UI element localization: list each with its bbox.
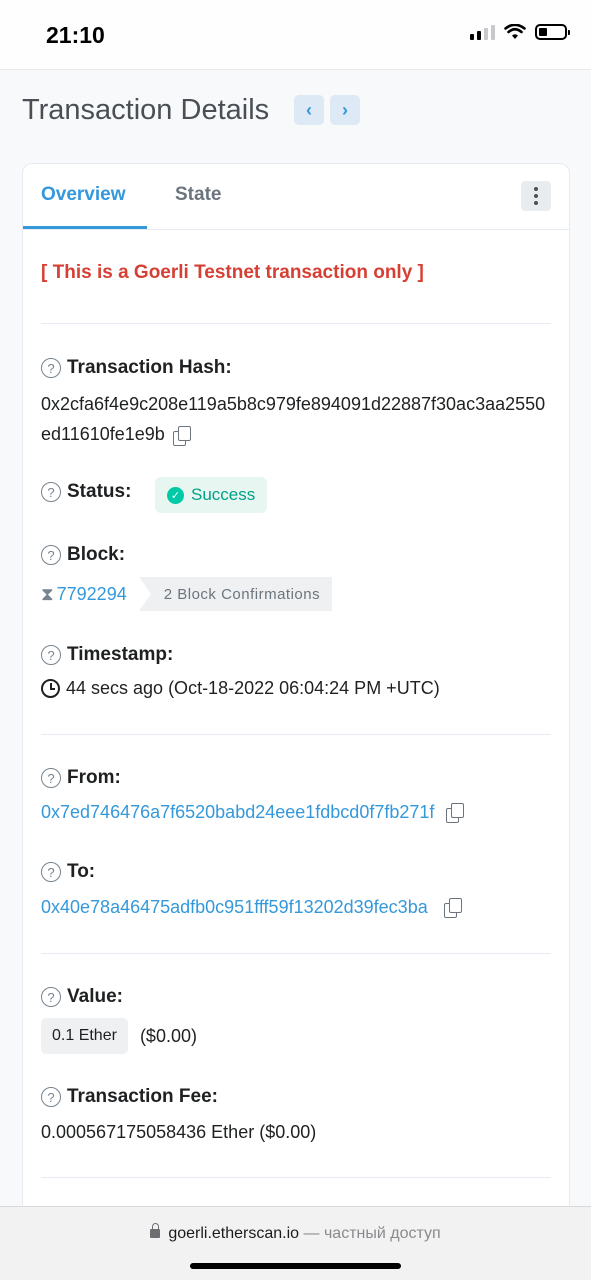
- tx-hash-value: 0x2cfa6f4e9c208e119a5b8c979fe894091d2288…: [41, 389, 551, 449]
- copy-icon[interactable]: [172, 425, 191, 446]
- page-title: Transaction Details: [22, 94, 270, 126]
- hourglass-icon: ⧗: [41, 583, 54, 604]
- timestamp-row: 44 secs ago (Oct-18-2022 06:04:24 PM +UT…: [41, 678, 440, 699]
- block-row: ⧗ 7792294 2 Block Confirmations: [41, 577, 333, 611]
- battery-icon: [535, 24, 570, 40]
- wifi-icon: [504, 24, 526, 39]
- to-address-link[interactable]: 0x40e78a46475adfb0c951fff59f13202d39fec3…: [41, 897, 428, 918]
- divider: [41, 953, 551, 954]
- more-options-button[interactable]: [521, 181, 551, 211]
- copy-icon[interactable]: [443, 898, 462, 918]
- tab-state[interactable]: State: [175, 184, 221, 206]
- divider: [41, 323, 551, 324]
- next-tx-button[interactable]: ›: [330, 95, 360, 125]
- signal-icon: [470, 24, 495, 40]
- status-label: ? Status:: [41, 481, 131, 503]
- from-row: 0x7ed746476a7f6520babd24eee1fdbcd0f7fb27…: [41, 802, 465, 823]
- lock-icon: [150, 1223, 161, 1239]
- from-label-text: From:: [67, 767, 121, 788]
- value-label: ? Value:: [41, 986, 123, 1008]
- prev-tx-button[interactable]: ‹: [294, 95, 324, 125]
- status-label-text: Status:: [67, 481, 132, 502]
- fee-label: ? Transaction Fee:: [41, 1086, 218, 1108]
- address-bar[interactable]: goerli.etherscan.io — частный доступ: [0, 1223, 591, 1243]
- tab-overview[interactable]: Overview: [41, 184, 126, 206]
- clock-icon: [41, 679, 60, 698]
- status-bar: 21:10: [0, 0, 591, 70]
- fee-label-text: Transaction Fee:: [67, 1086, 218, 1107]
- value-usd: ($0.00): [139, 1025, 197, 1046]
- timestamp-value: 44 secs ago (Oct-18-2022 06:04:24 PM +UT…: [66, 678, 440, 698]
- from-label: ? From:: [41, 767, 121, 789]
- timestamp-label-text: Timestamp:: [67, 644, 174, 665]
- block-label-text: Block:: [67, 544, 126, 565]
- active-tab-indicator: [23, 226, 147, 229]
- value-row: 0.1 Ether ($0.00): [41, 1018, 197, 1054]
- help-icon[interactable]: ?: [41, 862, 61, 882]
- from-address-link[interactable]: 0x7ed746476a7f6520babd24eee1fdbcd0f7fb27…: [41, 802, 434, 823]
- help-icon[interactable]: ?: [41, 358, 61, 378]
- tx-nav: ‹ ›: [294, 95, 360, 125]
- private-browsing-label: — частный доступ: [299, 1225, 441, 1242]
- timestamp-label: ? Timestamp:: [41, 644, 173, 666]
- testnet-notice: [ This is a Goerli Testnet transaction o…: [41, 262, 424, 283]
- block-number-link[interactable]: 7792294: [57, 584, 127, 605]
- status-badge: ✓ Success: [155, 477, 268, 513]
- tab-bar: Overview State: [23, 164, 569, 230]
- home-indicator[interactable]: [190, 1263, 401, 1269]
- value-label-text: Value:: [67, 986, 123, 1007]
- tx-hash-label: ? Transaction Hash:: [41, 357, 232, 379]
- url-domain: goerli.etherscan.io: [168, 1225, 300, 1242]
- divider: [41, 1177, 551, 1178]
- help-icon[interactable]: ?: [41, 645, 61, 665]
- to-label-text: To:: [67, 861, 96, 882]
- status-time: 21:10: [46, 22, 105, 48]
- confirmations-badge: 2 Block Confirmations: [138, 577, 333, 611]
- help-icon[interactable]: ?: [41, 545, 61, 565]
- help-icon[interactable]: ?: [41, 768, 61, 788]
- tx-hash-label-text: Transaction Hash:: [67, 357, 232, 378]
- to-row: 0x40e78a46475adfb0c951fff59f13202d39fec3…: [41, 897, 462, 918]
- help-icon[interactable]: ?: [41, 1087, 61, 1107]
- help-icon[interactable]: ?: [41, 482, 61, 502]
- tx-hash-text: 0x2cfa6f4e9c208e119a5b8c979fe894091d2288…: [41, 394, 546, 444]
- to-label: ? To:: [41, 861, 95, 883]
- status-icons: [470, 24, 570, 40]
- copy-icon[interactable]: [446, 803, 465, 823]
- help-icon[interactable]: ?: [41, 987, 61, 1007]
- browser-bottom-bar: goerli.etherscan.io — частный доступ: [0, 1206, 591, 1280]
- block-label: ? Block:: [41, 544, 125, 566]
- ether-amount-badge: 0.1 Ether: [41, 1018, 128, 1054]
- fee-value: 0.000567175058436 Ether ($0.00): [41, 1122, 317, 1142]
- divider: [41, 734, 551, 735]
- status-value: Success: [191, 485, 256, 504]
- details-card: Overview State [ This is a Goerli Testne…: [22, 163, 570, 1263]
- check-circle-icon: ✓: [167, 486, 184, 504]
